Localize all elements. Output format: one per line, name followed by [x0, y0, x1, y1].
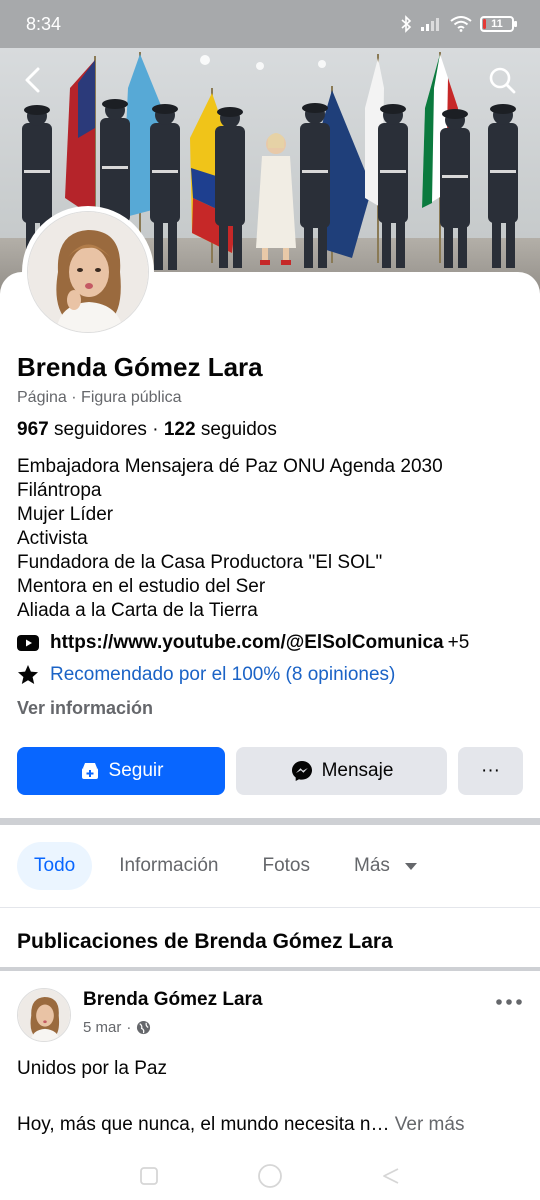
profile-avatar[interactable]: [22, 206, 154, 338]
website-link[interactable]: https://www.youtube.com/@ElSolComunica: [50, 632, 444, 654]
bluetooth-icon: [401, 15, 412, 33]
search-button[interactable]: [484, 62, 520, 98]
post-options-button[interactable]: [494, 992, 524, 1012]
search-icon: [489, 67, 516, 94]
tab-label: Fotos: [262, 855, 311, 876]
post-text-body: Hoy, más que nunca, el mundo necesita n……: [17, 1114, 464, 1136]
signal-icon: [421, 18, 439, 31]
wifi-icon: [450, 16, 472, 32]
recommendation-text[interactable]: Recomendado por el 100% (8 opiniones): [50, 664, 395, 686]
more-options-button[interactable]: ···: [458, 747, 523, 795]
follow-icon: [81, 763, 98, 779]
avatar-image: [27, 211, 149, 333]
post-author-name[interactable]: Brenda Gómez Lara: [83, 989, 263, 1011]
youtube-icon: [17, 632, 39, 654]
post-date[interactable]: 5 mar: [83, 1019, 121, 1036]
tab-label: Más: [354, 855, 390, 876]
more-dots-icon: ···: [481, 760, 500, 781]
bio-line: Aliada a la Carta de la Tierra: [17, 600, 258, 621]
tabs-divider: [0, 907, 540, 908]
more-links-count[interactable]: +5: [448, 632, 470, 654]
bio-line: Mujer Líder: [17, 504, 114, 525]
star-icon: [17, 664, 39, 686]
bio-line: Filántropa: [17, 480, 102, 501]
battery-level: 11: [491, 18, 503, 30]
status-bar: 8:34 11: [0, 0, 540, 48]
bio: Embajadora Mensajera dé Paz ONU Agenda 2…: [17, 455, 443, 623]
post-text-title: Unidos por la Paz: [17, 1058, 167, 1079]
post-meta-dot: ·: [126, 1019, 132, 1036]
recommendation-row[interactable]: Recomendado por el 100% (8 opiniones): [17, 664, 395, 686]
follow-label: Seguir: [108, 760, 164, 781]
website-link-row[interactable]: https://www.youtube.com/@ElSolComunica +…: [17, 632, 469, 654]
tab-label: Información: [119, 855, 219, 876]
posts-divider: [0, 967, 540, 971]
tab-mas[interactable]: Más: [337, 842, 435, 890]
system-nav-bar: [0, 1152, 540, 1200]
bio-line: Embajadora Mensajera dé Paz ONU Agenda 2…: [17, 456, 443, 477]
see-more-link[interactable]: Ver más: [395, 1114, 465, 1135]
follow-stats: 967 seguidores · 122 seguidos: [17, 419, 277, 441]
posts-section-title: Publicaciones de Brenda Gómez Lara: [17, 930, 393, 953]
section-divider: [0, 818, 540, 825]
follow-button[interactable]: Seguir: [17, 747, 225, 795]
following-count[interactable]: 122: [164, 419, 196, 440]
battery-fill: [483, 19, 487, 29]
battery-icon: 11: [480, 16, 517, 32]
back-arrow-icon: [25, 67, 40, 93]
stats-separator: ·: [152, 419, 159, 440]
globe-icon: [137, 1020, 151, 1035]
message-button[interactable]: Mensaje: [236, 747, 447, 795]
back-nav-icon[interactable]: [381, 1166, 401, 1186]
tab-fotos[interactable]: Fotos: [245, 842, 327, 890]
home-icon[interactable]: [257, 1163, 283, 1189]
see-info-link[interactable]: Ver información: [17, 698, 153, 719]
followers-count[interactable]: 967: [17, 419, 49, 440]
tab-informacion[interactable]: Información: [102, 842, 235, 890]
caret-down-icon: [404, 863, 417, 870]
post-meta: 5 mar ·: [83, 1019, 151, 1036]
page-category: Página · Figura pública: [17, 389, 182, 406]
status-icons: 11: [400, 15, 517, 33]
bio-line: Fundadora de la Casa Productora "El SOL": [17, 552, 383, 573]
post-author-avatar[interactable]: [17, 988, 71, 1042]
tab-todo[interactable]: Todo: [17, 842, 93, 890]
bio-line: Activista: [17, 528, 88, 549]
status-time: 8:34: [26, 13, 62, 34]
followers-label[interactable]: seguidores: [54, 419, 147, 440]
bio-line: Mentora en el estudio del Ser: [17, 576, 266, 597]
back-button[interactable]: [14, 62, 50, 98]
tab-label: Todo: [34, 855, 76, 876]
more-horizontal-icon: [496, 999, 522, 1005]
messenger-icon: [291, 761, 312, 781]
post-text-preview: Hoy, más que nunca, el mundo necesita n…: [17, 1114, 390, 1135]
profile-tabs: Todo Información Fotos Más: [17, 842, 435, 890]
page-title: Brenda Gómez Lara: [17, 352, 263, 382]
message-label: Mensaje: [321, 760, 394, 781]
following-label[interactable]: seguidos: [201, 419, 277, 440]
recent-apps-icon[interactable]: [139, 1166, 159, 1186]
action-buttons: Seguir Mensaje ···: [17, 747, 523, 795]
